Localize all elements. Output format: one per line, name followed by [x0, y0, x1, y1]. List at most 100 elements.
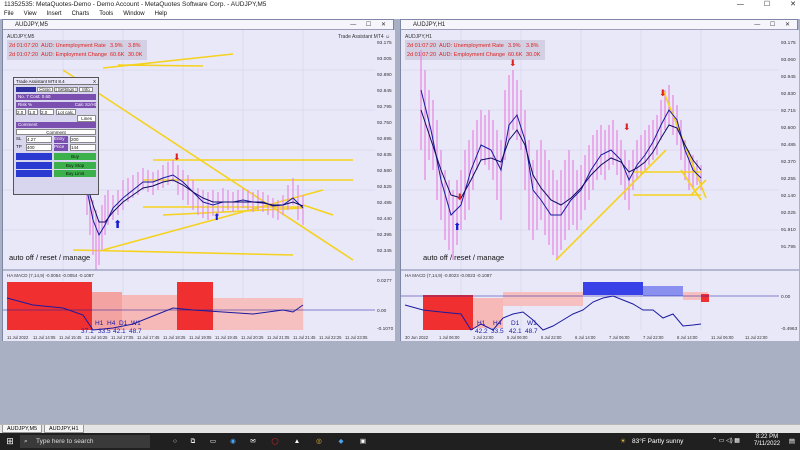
weather-status[interactable]: 83°F Partly sunny [632, 433, 702, 450]
svg-text:92.440: 92.440 [377, 216, 392, 222]
svg-text:30 Jun 2022: 30 Jun 2022 [405, 335, 429, 340]
svg-text:92.140: 92.140 [781, 193, 796, 199]
svg-text:6 Jul 14:00: 6 Jul 14:00 [575, 335, 596, 340]
chart-window-h1[interactable]: AUDJPY,H1 — ☐ ✕ AUDJPY,H1 2d 01:07:20 AU… [400, 19, 799, 341]
price-input[interactable]: 144 [70, 144, 96, 151]
calc-label: Calc Sz/Ht [74, 102, 96, 107]
chart-window-m5[interactable]: AUDJPY,M5 — ☐ ✕ AUDJPY,M5 Trade Assistan… [2, 19, 395, 341]
maximize-button[interactable]: ☐ [764, 0, 770, 10]
time-axis: 30 Jun 2022 1 Jul 06:00 1 Jul 22:00 5 Ju… [405, 335, 768, 340]
app-icon[interactable]: ◆ [334, 433, 348, 450]
notification-icon[interactable]: ▤ [786, 433, 798, 450]
comment-label: Comment [16, 122, 96, 128]
menu-help[interactable]: Help [155, 10, 167, 19]
taskbar-search-input[interactable]: ⌕ Type here to search [20, 435, 150, 448]
svg-text:0.0277: 0.0277 [377, 278, 392, 284]
menu-window[interactable]: Window [123, 10, 144, 19]
sl-input[interactable]: 4.27 [26, 136, 52, 143]
tp-input[interactable]: 400 [26, 144, 52, 151]
up-arrow-icon: ⬆ [113, 219, 122, 231]
weather-icon: ☀ [620, 438, 626, 445]
close-button[interactable]: ✕ [790, 0, 796, 10]
svg-text:92.255: 92.255 [781, 176, 796, 182]
clock[interactable]: 8:22 PM 7/11/2022 [750, 434, 784, 448]
menu-charts[interactable]: Charts [72, 10, 90, 19]
svg-text:0.00: 0.00 [781, 294, 791, 300]
chrome-icon[interactable]: ◎ [312, 433, 326, 450]
svg-text:92.830: 92.830 [781, 91, 796, 97]
chart-window-controls[interactable]: — ☐ ✕ [754, 20, 794, 30]
svg-text:-0.1070: -0.1070 [377, 326, 394, 332]
buy-button[interactable]: Buy [54, 153, 96, 160]
svg-text:11 Jul 06:00: 11 Jul 06:00 [711, 335, 734, 340]
ea-label: Trade Assistant MT4 ☺ [338, 34, 390, 40]
down-arrow-icon: ⬇ [623, 122, 631, 132]
assistant-close-button[interactable]: X [93, 78, 96, 85]
svg-text:11 Jul 17:05: 11 Jul 17:05 [111, 335, 134, 340]
svg-text:91.795: 91.795 [781, 244, 796, 250]
svg-text:11 Jul 21:05: 11 Jul 21:05 [267, 335, 290, 340]
tab-audjpy-h1[interactable]: AUDJPY,H1 [44, 425, 84, 433]
comment-button[interactable]: Comment [16, 129, 96, 135]
lines-button[interactable]: Lines [77, 115, 96, 122]
cortana-icon[interactable]: ○ [168, 433, 182, 450]
assistant-settings-btn[interactable]: | Settings | [54, 87, 78, 92]
task-view-icon[interactable]: ⧉ [186, 433, 200, 450]
app-icon[interactable]: ▲ [290, 433, 304, 450]
menu-insert[interactable]: Insert [47, 10, 62, 19]
svg-text:H1: H1 [95, 320, 104, 327]
tray-icons[interactable]: ⌃ ▭ ◁) ▦ [706, 433, 746, 450]
macd-label: HA MACD (7,14,9) -0.0054 -0.0054 -0.1087 [7, 273, 94, 278]
chart-window-title[interactable]: AUDJPY,M5 [3, 20, 393, 30]
search-icon: ⌕ [24, 438, 28, 445]
svg-text:11 Jul 22:25: 11 Jul 22:25 [319, 335, 342, 340]
minimize-button[interactable]: — [737, 0, 744, 10]
svg-text:7 Jul 06:00: 7 Jul 06:00 [609, 335, 630, 340]
svg-text:92.395: 92.395 [377, 232, 392, 238]
svg-text:92.485: 92.485 [781, 142, 796, 148]
folder-icon[interactable]: ▭ [206, 433, 220, 450]
svg-text:92.600: 92.600 [781, 125, 796, 131]
svg-text:93.060: 93.060 [781, 57, 796, 63]
svg-text:11 Jul 18:25: 11 Jul 18:25 [163, 335, 186, 340]
svg-text:92.695: 92.695 [377, 136, 392, 142]
assistant-row: No. 7 Cost: 0.60 [16, 94, 96, 100]
macd-label: HA MACD (7,14,9) -0.0023 -0.0023 -0.1087 [405, 273, 492, 278]
trade-assistant-panel[interactable]: Trade Assistant MT4 8.4 X Close | Settin… [13, 77, 99, 195]
svg-text:11 Jul 14:05: 11 Jul 14:05 [33, 335, 56, 340]
svg-text:92.715: 92.715 [781, 108, 796, 114]
svg-text:92.750: 92.750 [377, 120, 392, 126]
svg-text:42.2: 42.2 [475, 328, 488, 335]
risk-field[interactable]: 2.0 [16, 109, 26, 115]
buy-stop-button[interactable]: Buy Stop [54, 162, 96, 169]
mail-icon[interactable]: ✉ [246, 433, 260, 450]
svg-text:11 Jul 15:45: 11 Jul 15:45 [59, 335, 82, 340]
chart-canvas-h1[interactable]: AUDJPY,H1 2d 01:07:20 AUD: Unemployment … [401, 30, 799, 341]
window-title: 11352535: MetaQuotes-Demo - Demo Account… [4, 1, 267, 8]
start-icon[interactable]: ⊞ [2, 433, 18, 450]
svg-text:11 Jul 19:45: 11 Jul 19:45 [215, 335, 238, 340]
menu-file[interactable]: File [4, 10, 14, 19]
news-value: 3.9% [110, 43, 123, 49]
assistant-close-btn[interactable]: Close [37, 87, 53, 92]
edge-icon[interactable]: ◉ [226, 433, 240, 450]
lot-calc-button[interactable]: Lot calc. [56, 109, 76, 115]
metatrader-icon[interactable]: ▣ [356, 433, 370, 450]
chart-window-controls[interactable]: — ☐ ✕ [350, 20, 390, 30]
risk-field[interactable]: 2.0 [40, 109, 54, 115]
entry-input[interactable]: 200 [70, 136, 96, 143]
risk-field[interactable]: 1.0 [28, 109, 38, 115]
tab-audjpy-m5[interactable]: AUDJPY,M5 [2, 425, 43, 433]
opera-icon[interactable]: ◯ [268, 433, 282, 450]
svg-text:11 Jul 2022: 11 Jul 2022 [7, 335, 29, 340]
menu-view[interactable]: View [24, 10, 37, 19]
chart-window-title[interactable]: AUDJPY,H1 [401, 20, 797, 30]
news-value: 60.6K [110, 52, 125, 58]
news-time: 2d 01:07:20 [407, 43, 436, 49]
buy-limit-button[interactable]: Buy Limit [54, 170, 96, 177]
down-arrow-icon: ⬇ [509, 58, 517, 68]
assistant-info-btn[interactable]: Info [79, 87, 93, 92]
svg-text:92.525: 92.525 [377, 184, 392, 190]
svg-text:W1: W1 [527, 320, 537, 327]
menu-tools[interactable]: Tools [99, 10, 113, 19]
